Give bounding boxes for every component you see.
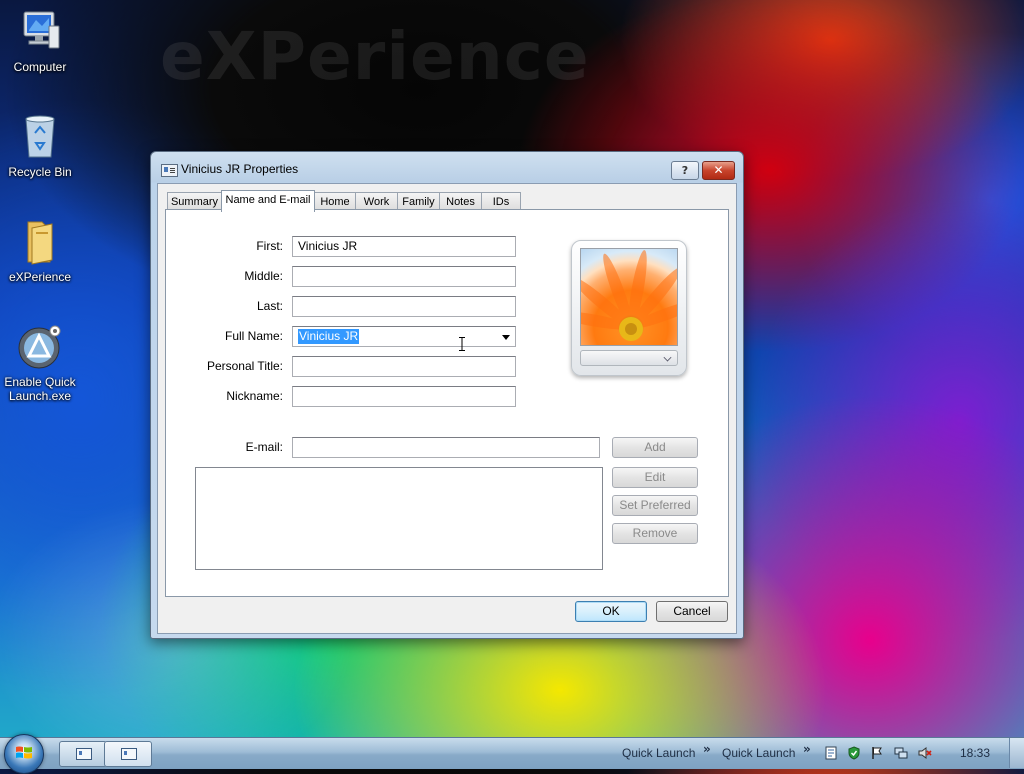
contacts-icon (76, 748, 92, 760)
nickname-label: Nickname: (226, 389, 283, 403)
desktop-icon-label: Computer (13, 60, 67, 74)
taskbar: Quick Launch » Quick Launch » 18:33 (0, 734, 1024, 774)
desktop-icon-label: Enable Quick Launch.exe (4, 375, 76, 403)
contact-picture[interactable] (571, 240, 687, 376)
desktop-icon-recycle-bin[interactable]: Recycle Bin (0, 113, 80, 179)
add-email-button[interactable]: Add (612, 437, 698, 458)
desktop-icon-computer[interactable]: Computer (0, 8, 80, 74)
quick-launch-toolbar-1[interactable]: Quick Launch (622, 746, 695, 760)
desktop-icon-enable-quick-launch[interactable]: Enable Quick Launch.exe (0, 323, 80, 403)
name-and-email-page: First: Vinicius JR Middle: Last: Full Na… (165, 209, 729, 597)
chevron-down-icon (663, 353, 672, 362)
last-name-field[interactable] (292, 296, 516, 317)
ok-button[interactable]: OK (575, 601, 647, 622)
picture-options-bar[interactable] (580, 350, 678, 366)
network-icon[interactable] (894, 746, 908, 760)
personal-title-field[interactable] (292, 356, 516, 377)
properties-dialog: Vinicius JR Properties ? ✕ Summary Name … (150, 151, 744, 639)
contact-card-icon (161, 164, 178, 177)
personal-title-label: Personal Title: (206, 359, 283, 373)
full-name-label: Full Name: (224, 329, 283, 343)
dialog-titlebar[interactable]: Vinicius JR Properties ? ✕ (151, 152, 743, 184)
last-label: Last: (256, 299, 283, 313)
text-cursor-icon (459, 337, 465, 351)
chevron-right-icon[interactable]: » (703, 742, 711, 756)
desktop-icon-experience[interactable]: eXPerience (0, 218, 80, 284)
middle-label: Middle: (244, 269, 283, 283)
first-name-field[interactable]: Vinicius JR (292, 236, 516, 257)
taskbar-button-properties[interactable] (104, 741, 152, 767)
full-name-selected-text: Vinicius JR (298, 329, 360, 344)
chevron-right-icon[interactable]: » (803, 742, 811, 756)
security-shield-icon[interactable] (847, 746, 861, 760)
document-tray-icon[interactable] (824, 746, 838, 760)
tab-name-and-email[interactable]: Name and E-mail (221, 190, 315, 212)
dialog-body: Summary Name and E-mail Home Work Family… (157, 183, 737, 634)
email-label: E-mail: (245, 440, 283, 454)
dialog-title: Vinicius JR Properties (181, 162, 299, 176)
desktop-icon-label: Recycle Bin (8, 165, 72, 179)
contact-card-icon (121, 748, 137, 760)
quick-launch-toolbar-2[interactable]: Quick Launch (722, 746, 795, 760)
first-label: First: (256, 239, 283, 253)
remove-email-button[interactable]: Remove (612, 523, 698, 544)
start-button[interactable] (4, 734, 44, 774)
email-field[interactable] (292, 437, 600, 458)
set-preferred-button[interactable]: Set Preferred (612, 495, 698, 516)
full-name-combobox[interactable]: Vinicius JR (292, 326, 516, 351)
recycle-bin-icon (16, 113, 64, 161)
desktop-icon-label: eXPerience (8, 270, 72, 284)
action-center-flag-icon[interactable] (870, 746, 884, 760)
cancel-button[interactable]: Cancel (656, 601, 728, 622)
quick-launch-app-icon (16, 323, 64, 371)
nickname-field[interactable] (292, 386, 516, 407)
windows-logo-icon (16, 746, 32, 759)
show-desktop-button[interactable] (1009, 738, 1024, 768)
edit-email-button[interactable]: Edit (612, 467, 698, 488)
close-button[interactable]: ✕ (702, 161, 735, 180)
computer-icon (16, 8, 64, 56)
flower-picture (580, 248, 678, 346)
system-clock[interactable]: 18:33 (960, 746, 990, 760)
middle-name-field[interactable] (292, 266, 516, 287)
dropdown-arrow-icon[interactable] (502, 335, 510, 340)
desktop-watermark: eXPerience (160, 18, 590, 95)
folder-icon (16, 218, 64, 266)
volume-muted-icon[interactable] (918, 746, 932, 760)
email-list[interactable] (195, 467, 603, 570)
help-button[interactable]: ? (671, 161, 699, 180)
taskbar-button-contacts[interactable] (59, 741, 107, 767)
